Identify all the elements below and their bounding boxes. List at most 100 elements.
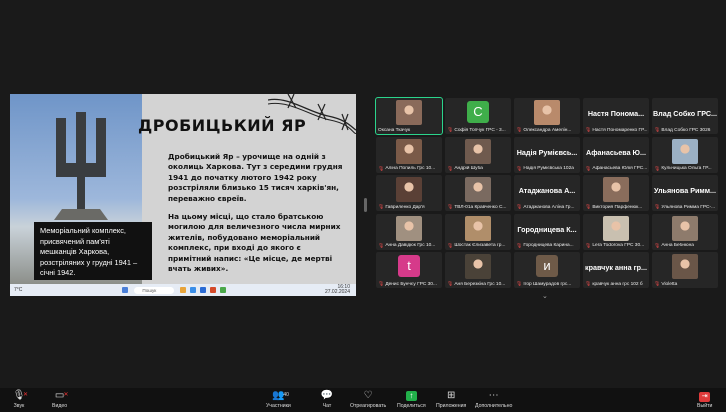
participant-video xyxy=(672,138,698,164)
explorer-icon xyxy=(180,287,187,293)
muted-mic-icon: 🎙 xyxy=(447,127,454,133)
participant-video xyxy=(672,215,698,241)
participant-name-bar: 🎙 Кульчицька Ольга ГР... xyxy=(652,166,718,172)
participant-tile[interactable]: и 🎙 Ігор Шамурадов грс... xyxy=(514,252,580,288)
participant-name-bar: 🎙 Влад Собко ГРС 3026 xyxy=(652,127,718,133)
participant-tile[interactable]: 🎙 Олександра Амелін... xyxy=(514,98,580,134)
participant-display-name: Надія Румієвсь... xyxy=(516,147,578,157)
muted-mic-icon: 🎙 xyxy=(378,204,385,210)
video-label: Видео xyxy=(52,403,68,409)
participant-tile[interactable]: 🎙 Виктория Парфенюк... xyxy=(583,175,649,211)
participant-name: Шостак Єлизавета гр... xyxy=(454,243,506,248)
participant-name-bar: 🎙 Афанасьева Юлія ГРС... xyxy=(583,166,649,172)
muted-mic-icon: 🎙 xyxy=(447,204,454,210)
participant-name: Андрій Шуба xyxy=(454,166,483,171)
participant-tile[interactable]: 🎙 Андрій Шуба xyxy=(445,136,511,173)
participant-name-bar: 🎙 кравчук анна грс 102 б xyxy=(583,281,649,287)
participant-display-name: кравчук анна гр... xyxy=(585,263,647,272)
participant-tile[interactable]: 🎙 Анна Давідюк Грс 10... xyxy=(376,213,442,250)
participant-display-name: Городницева К... xyxy=(517,224,577,234)
muted-mic-icon: 🎙 xyxy=(516,242,523,249)
participant-video xyxy=(396,100,422,125)
participant-tile[interactable]: 🎙 Violetta xyxy=(652,252,718,288)
participant-tile[interactable]: 🎙 Кульчицька Ольга ГР... xyxy=(652,136,718,173)
share-button[interactable]: ↑ Поделиться xyxy=(397,390,426,409)
more-button[interactable]: ⋯ Дополнительно xyxy=(475,390,512,409)
reactions-button[interactable]: ♡ Отреагировать xyxy=(350,390,386,409)
muted-mic-icon: 🎙 xyxy=(654,127,661,133)
windows-start-icon xyxy=(122,287,129,293)
participant-video xyxy=(672,254,698,279)
muted-mic-icon: 🎙 xyxy=(516,204,523,210)
participant-name: Денис Бунчєу ГРС 30... xyxy=(385,281,437,287)
participant-tile[interactable]: 🎙 ТВЛ-01а Кравченко С... xyxy=(445,175,511,211)
participant-display-name: Афанасьева Ю... xyxy=(586,147,646,157)
muted-mic-icon: 🎙 xyxy=(378,281,385,287)
participant-name-bar: 🎙 Аліна Попиль Грс 10... xyxy=(376,166,442,172)
chat-button[interactable]: 💬 Чат xyxy=(320,390,334,409)
taskbar-app-icons xyxy=(180,287,227,293)
participant-tile[interactable]: 🎙 Гавриленко Дар'я xyxy=(376,175,442,211)
participant-tile[interactable]: 🎙 Шостак Єлизавета гр... xyxy=(445,213,511,250)
participant-tile[interactable]: Атаджанова А... 🎙 Атаджанова Аліна Гр... xyxy=(514,175,580,211)
participant-name-bar: 🎙 Lera Todorova ГРС 30... xyxy=(583,243,649,249)
participant-name-bar: 🎙 Олександра Амелін... xyxy=(514,127,580,133)
participant-tile[interactable]: 🎙 Аня Березкіна Грс 10... xyxy=(445,252,511,288)
participant-tile[interactable]: 🎙 Lera Todorova ГРС 30... xyxy=(583,213,649,250)
participant-name-bar: 🎙 Виктория Парфенюк... xyxy=(583,204,649,210)
participant-display-name: Ульянова Римм... xyxy=(653,186,717,195)
participant-tile[interactable]: Афанасьева Ю... 🎙 Афанасьева Юлія ГРС... xyxy=(583,136,649,173)
participant-tile[interactable]: Ульянова Римм... 🎙 Ульянова Римма ГРС-... xyxy=(652,175,718,211)
participant-name-bar: 🎙 Атаджанова Аліна Гр... xyxy=(514,204,580,210)
muted-mic-icon: 🎙 xyxy=(585,127,592,133)
participant-tile[interactable]: 🎙 Аліна Попиль Грс 10... xyxy=(376,136,442,173)
splitter-handle[interactable] xyxy=(364,198,367,212)
participant-tile[interactable]: Надія Румієвсь... 🎙 Надія Румієвська 102а xyxy=(514,136,580,173)
participant-name: Анна Давідюк Грс 10... xyxy=(385,243,436,248)
muted-mic-icon: 🎙 xyxy=(447,242,454,249)
muted-mic-icon: 🎙 xyxy=(654,242,661,249)
participant-tile[interactable]: Настя Понома... 🎙 Настя Пономаренко ГР... xyxy=(583,98,649,134)
participants-button[interactable]: 👥 40 Участники xyxy=(266,390,291,409)
apps-label: Приложения xyxy=(436,403,467,409)
clock-date: 27.02.2024 xyxy=(324,289,350,295)
participant-tile[interactable]: Городницева К... 🎙 Городницева Карина... xyxy=(514,213,580,250)
muted-mic-icon: 🎙 xyxy=(516,165,523,172)
muted-mic-icon: 🎙 xyxy=(654,165,661,172)
chat-icon: 💬 xyxy=(320,390,334,401)
participant-tile[interactable]: кравчук анна гр... 🎙 кравчук анна грс 102 … xyxy=(583,252,649,288)
share-label: Поделиться xyxy=(397,403,426,409)
chrome-icon xyxy=(220,287,227,293)
participant-name-bar: 🎙 Денис Бунчєу ГРС 30... xyxy=(376,281,442,287)
edge-icon xyxy=(190,287,197,293)
meeting-stage: Меморіальний комплекс, присвячений пам'я… xyxy=(0,0,726,388)
participant-tile[interactable]: 🎙 Анна Бебнюна xyxy=(652,213,718,250)
participant-name: кравчук анна грс 102 б xyxy=(592,281,643,287)
participant-video xyxy=(465,138,491,164)
apps-button[interactable]: ⊞ Приложения xyxy=(436,390,466,409)
participant-name-bar: 🎙 Городницева Карина... xyxy=(514,243,580,249)
participant-name: ТВЛ-01а Кравченко С... xyxy=(454,204,507,210)
participant-name: Настя Пономаренко ГР... xyxy=(592,127,648,133)
participant-tile[interactable]: Влад Собко ГРС... 🎙 Влад Собко ГРС 3026 xyxy=(652,98,718,134)
participant-name: Аня Березкіна Грс 10... xyxy=(454,281,506,287)
reactions-label: Отреагировать xyxy=(350,403,387,409)
participant-tile[interactable]: Оксана Ткачук xyxy=(375,97,443,135)
participant-name-bar: 🎙 Анна Бебнюна xyxy=(652,243,718,249)
more-icon: ⋯ xyxy=(488,390,499,401)
taskbar-clock: 16:10 27.02.2024 xyxy=(325,285,350,295)
participant-name: Надія Румієвська 102а xyxy=(523,166,574,171)
participant-video xyxy=(465,177,491,202)
participant-name: Кульчицька Ольга ГР... xyxy=(661,166,712,171)
participant-tile[interactable]: t 🎙 Денис Бунчєу ГРС 30... xyxy=(376,252,442,288)
muted-mic-icon: 🎙 xyxy=(654,281,661,287)
video-button[interactable]: ▭ ✕ Видео xyxy=(52,390,69,409)
participant-tile[interactable]: C 🎙 Софія Топчук ГРС - 3... xyxy=(445,98,511,134)
audio-button[interactable]: 🎙 ✕ Звук xyxy=(12,390,28,409)
participant-name: Софія Топчук ГРС - 3... xyxy=(454,127,506,133)
meeting-toolbar: 🎙 ✕ Звук ▭ ✕ Видео 👥 40 Участники 💬 Чат ♡ О… xyxy=(0,388,726,412)
chevron-down-icon[interactable]: ⌄ xyxy=(542,292,548,300)
leave-button[interactable]: ⇥ Выйти xyxy=(697,390,712,409)
participant-name: Ульянова Римма ГРС-... xyxy=(661,204,716,210)
participant-avatar: t xyxy=(398,255,420,277)
